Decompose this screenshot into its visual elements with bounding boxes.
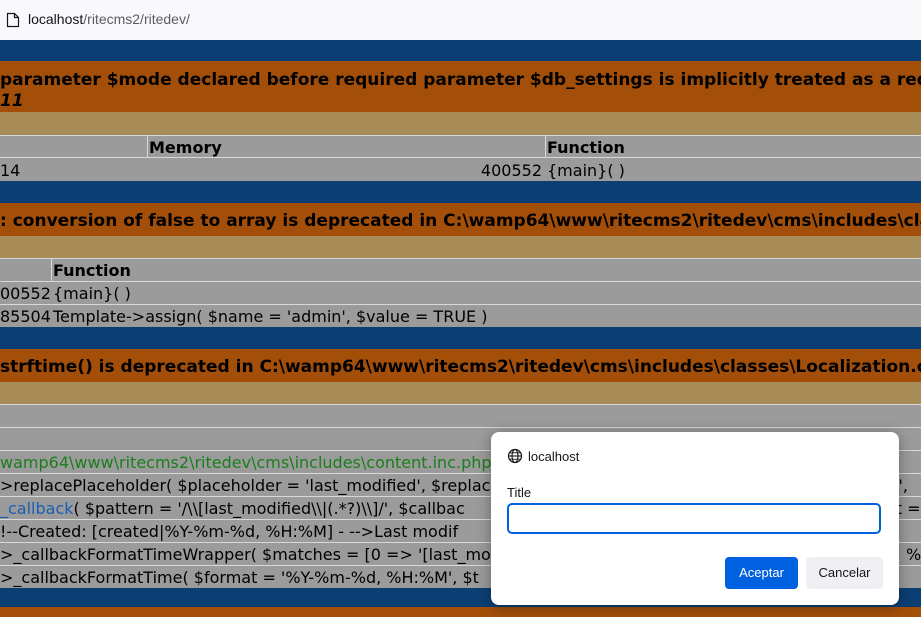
title-input[interactable] <box>507 503 881 534</box>
col-function-header: Function <box>53 261 131 280</box>
error-message: parameter $mode declared before required… <box>0 70 921 90</box>
url-text[interactable]: localhost/ritecms2/ritedev/ <box>28 11 190 27</box>
callstack-title-row <box>0 112 921 135</box>
url-path: /ritecms2/ritedev/ <box>83 11 190 27</box>
cell-memory: 85504 <box>0 307 51 326</box>
call-text: >replacePlaceholder( $placeholder = 'las… <box>0 476 501 495</box>
call-text: !--Created: [created|%Y-%m-%d, %H:%M] - … <box>0 522 459 541</box>
url-host: localhost <box>28 11 84 27</box>
error-header-bar <box>0 40 921 61</box>
error-message: : conversion of false to array is deprec… <box>0 211 921 231</box>
error-message: strftime() is deprecated in C:\wamp64\ww… <box>0 357 921 377</box>
callstack-header-row: Memory Function <box>0 136 921 157</box>
cell-memory: 400552 <box>480 161 542 180</box>
url-bar[interactable]: localhost/ritecms2/ritedev/ <box>0 0 921 41</box>
cell-function: Template->assign( $name = 'admin', $valu… <box>53 307 488 326</box>
table-row: 00552 {main}( ) <box>0 282 921 304</box>
callback-link[interactable]: _callback <box>0 499 74 518</box>
cell-memory: 00552 <box>0 284 51 303</box>
col-function-header: Function <box>547 138 625 157</box>
error-header-bar <box>0 181 921 203</box>
call-text-tail: % <box>906 545 921 564</box>
error-message-row: strftime() is deprecated in C:\wamp64\ww… <box>0 349 921 382</box>
table-row <box>0 405 921 427</box>
error-line: 11 <box>0 91 24 111</box>
table-row: 14 400552 {main}( ) <box>0 158 921 181</box>
cell-function: {main}( ) <box>53 284 131 303</box>
call-args: ( $pattern = '/\\[last_modified\\|(.*?)\… <box>73 499 465 518</box>
cancel-button[interactable]: Cancelar <box>806 557 883 589</box>
table-row: 85504 Template->assign( $name = 'admin',… <box>0 305 921 327</box>
page-icon <box>6 12 20 28</box>
error-header-bar <box>0 327 921 349</box>
error-message-row: parameter $mode declared before required… <box>0 61 921 112</box>
cell-function: {main}( ) <box>547 161 625 180</box>
call-text: _callback( $pattern = '/\\[last_modified… <box>0 499 465 518</box>
dialog-host: localhost <box>528 449 580 464</box>
error-message-row <box>0 607 921 617</box>
callstack-header-row: Function <box>0 259 921 281</box>
globe-icon <box>507 448 523 464</box>
call-text: >_callbackFormatTimeWrapper( $matches = … <box>0 545 491 564</box>
accept-button[interactable]: Aceptar <box>725 557 798 589</box>
col-memory-header: Memory <box>149 138 222 157</box>
prompt-dialog: localhost Title Aceptar Cancelar <box>491 432 899 605</box>
call-text: >_callbackFormatTime( $format = '%Y-%m-%… <box>0 568 479 587</box>
error-message-row: : conversion of false to array is deprec… <box>0 203 921 236</box>
file-path-link[interactable]: wamp64\www\ritecms2\ritedev\cms\includes… <box>0 453 492 472</box>
callstack-title-row <box>0 236 921 258</box>
title-label: Title <box>507 485 532 500</box>
cell-time: 14 <box>0 161 21 180</box>
callstack-title-row <box>0 382 921 404</box>
